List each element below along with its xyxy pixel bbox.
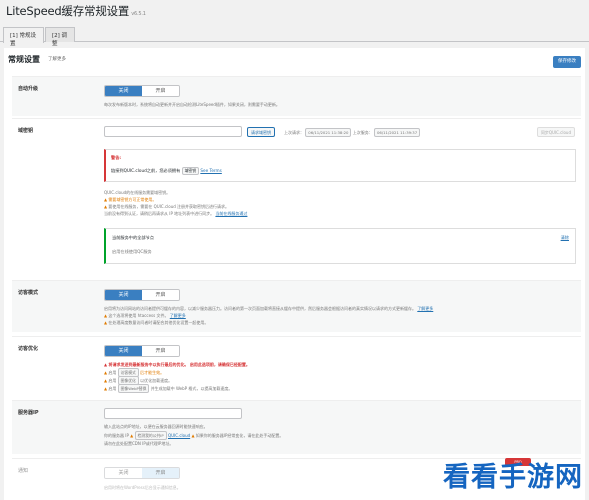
info-line-2: ▲ 需要域密钥方可正常使用。 [104,197,157,202]
refresh-key-button[interactable]: 请求域密钥 [247,127,275,137]
row-domain-key: 域密钥 请求域密钥 上次请求： 06/11/2021 11:38:20 上次服务… [12,118,581,274]
guest-mode-label: 访客模式 [18,290,39,296]
learn-more-link[interactable]: 了解更多 [48,56,66,62]
server-ip-desc-3: 请勿在此处配置CDN IP或代理IP地址。 [104,441,174,446]
auto-upgrade-toggle[interactable]: 关闭 开启 [104,85,180,97]
server-ip-label: 服务器IP [18,410,39,416]
guest-mode-desc-2: ▲ 这个选项将使用 htaccess 文件。 了解更多 [104,313,186,318]
row-guest-opt: 访客优化 关闭 开启 ▲ 将请求发送到最新服务中以执行最后的优化。 启用此选项前… [12,336,581,396]
toggle-off[interactable]: 关闭 [105,468,142,478]
row-server-ip: 服务器IP 输入此站点的IP地址，以便在云服务器回源时能快速响应。 你的服务器 … [12,400,581,454]
guest-learn-more[interactable]: 了解更多 [417,306,433,311]
quic-cloud-link[interactable]: QUIC.cloud [168,433,190,438]
domain-key-input[interactable] [104,126,242,137]
info-line-4: 当前没有得到认证，请稍后再请求从 IP 地址列表中进行同步。 当前在线服务通过 [104,211,248,216]
toggle-on[interactable]: 开启 [142,468,179,478]
toggle-off[interactable]: 关闭 [105,86,142,96]
guest-opt-toggle[interactable]: 关闭 开启 [104,345,180,357]
row-auto-upgrade: 自动升级 关闭 开启 每次发布新版本时，系统将自动更新并开启自动检测LiteSp… [12,76,581,116]
server-ip-desc-1: 输入此站点的IP地址，以便在云服务器回源时能快速响应。 [104,424,208,429]
notice-toggle[interactable]: 关闭 开启 [104,467,180,479]
guest-opt-label: 访客优化 [18,346,39,352]
last-request-text: 上次请求： 06/11/2021 11:38:20 上次服务： 06/11/20… [284,128,421,137]
app-version: v6.5.1 [131,11,146,17]
request-time: 06/11/2021 11:38:20 [305,128,352,137]
domain-key-label: 域密钥 [18,128,34,134]
row-guest-mode: 访客模式 关闭 开启 启用将为访问网站的访问者提供可缓存的内容，以减少服务器压力… [12,280,581,332]
info-link[interactable]: 当前在线服务通过 [215,211,247,216]
domain-key-tag: 域密钥 [181,167,199,175]
node-notice-text: 启用在线使用QC服务 [112,249,152,254]
guest-opt-line-4: ▲ 启用 图像WebP替换 并生成加载中 WebP 格式，以提高加载速度。 [104,384,233,393]
info-line-1: QUIC.cloud的在线服务需要域密钥。 [104,190,171,195]
guest-mode-desc-1: 启用将为访问网站的访问者提供可缓存的内容，以减少服务器压力。访问者的第一次页面加… [104,306,434,311]
warning-text: 链接到QUIC.cloud之前，您必须拥有 域密钥 See Terms [111,167,222,175]
info-line-3: ▲ 要使用在线服务，需要在 QUIC.cloud 注册并获取密钥后进行请求。 [104,204,230,209]
htaccess-learn-more[interactable]: 了解更多 [170,313,186,318]
server-ip-desc-2: 你的服务器 IP ▲ 检测我的公共IP QUIC.cloud ▲ 如果你的服务器… [104,431,284,440]
toggle-on[interactable]: 开启 [142,290,179,300]
app-header: LiteSpeed缓存常规设置 v6.5.1 [0,0,589,24]
sync-quic-button[interactable]: 同步QUIC.cloud [536,127,575,137]
guest-mode-toggle[interactable]: 关闭 开启 [104,289,180,301]
tab-general[interactable]: [1] 常规设置 [3,27,44,47]
guest-opt-line-1: ▲ 将请求发送到最新服务中以执行最后的优化。 启用此选项前，请确保已经配置。 [104,362,250,367]
settings-panel: 常规设置 了解更多 保存修改 自动升级 关闭 开启 每次发布新版本时，系统将自动… [4,48,585,500]
guest-mode-desc-3: ▲ 在处理高度数量访问者时请配合其他优化设置一起使用。 [104,320,209,325]
toggle-on[interactable]: 开启 [142,346,179,356]
warning-title: 警告: [111,155,122,160]
save-button[interactable]: 保存修改 [553,56,581,68]
node-notice-link[interactable]: 清除 [561,235,569,241]
node-notice: 当前服务中的全部节点 清除 启用在线使用QC服务 [104,228,576,264]
see-terms-link[interactable]: See Terms [200,168,221,173]
notice-label: 通知 [18,468,29,474]
app-title: LiteSpeed缓存常规设置 v6.5.1 [6,4,146,18]
auto-upgrade-label: 自动升级 [18,86,39,92]
section-title: 常规设置 [8,55,40,64]
toggle-on[interactable]: 开启 [142,86,179,96]
detect-ip-button[interactable]: 检测我的公共IP [134,431,167,440]
server-ip-input[interactable] [104,408,242,419]
tab-bar: [1] 常规设置 [2] 调整 [0,26,589,47]
toggle-off[interactable]: 关闭 [105,290,142,300]
node-notice-title: 当前服务中的全部节点 [112,235,154,240]
webp-tag: 图像WebP替换 [117,384,150,393]
toggle-off[interactable]: 关闭 [105,346,142,356]
notice-desc: 启用时将在WordPress后台显示通知信息。 [104,485,181,490]
tab-tuning[interactable]: [2] 调整 [45,27,75,47]
watermark: 看看手游网 [443,462,583,493]
warning-notice: 警告: 链接到QUIC.cloud之前，您必须拥有 域密钥 See Terms [104,149,576,182]
auto-upgrade-desc: 每次发布新版本时，系统将自动更新并开启自动检测LiteSpeed插件，如果关闭，… [104,102,280,107]
service-time: 06/11/2021 11:39:37 [374,128,421,137]
